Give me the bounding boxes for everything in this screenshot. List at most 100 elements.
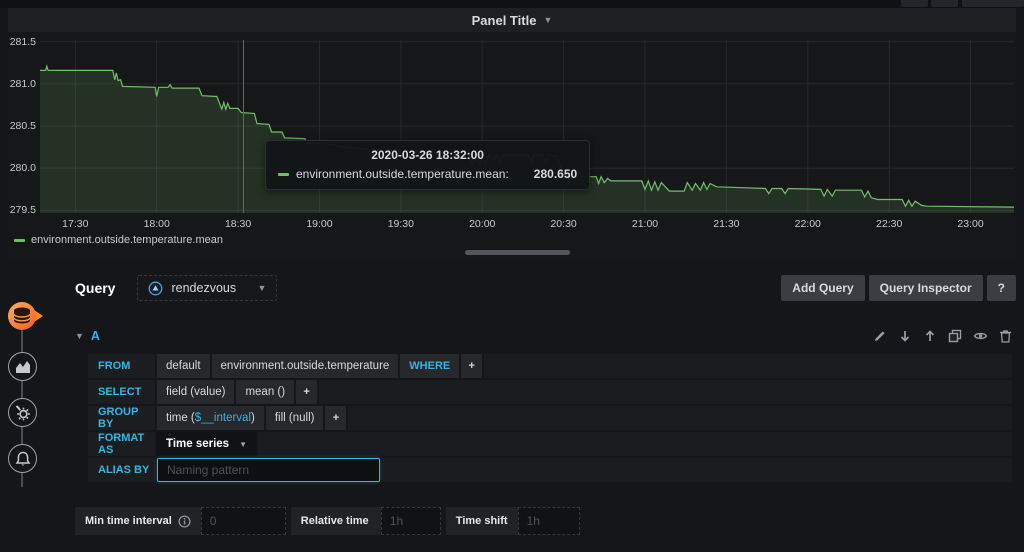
editor-sidebar: [0, 262, 55, 552]
horizontal-scrollbar-thumb[interactable]: [465, 250, 570, 255]
top-toolbar-remnant: [0, 0, 1024, 8]
bar-chart-icon: [15, 361, 30, 373]
duplicate-icon[interactable]: [948, 329, 962, 343]
where-keyword[interactable]: WHERE: [400, 354, 460, 378]
move-down-icon[interactable]: [898, 329, 912, 343]
add-condition-button[interactable]: +: [461, 354, 483, 378]
datasource-select[interactable]: rendezvous ▼: [137, 275, 278, 301]
x-tick-label: 18:00: [143, 218, 170, 230]
gear-wrench-icon: [15, 405, 30, 421]
query-card: Query rendezvous ▼ Add Query Query Inspe…: [55, 262, 1016, 535]
tab-visualization[interactable]: [8, 352, 37, 381]
select-keyword: SELECT: [88, 380, 155, 404]
time-interval-segment[interactable]: time ($__interval): [157, 406, 264, 430]
row-filler: [484, 354, 1012, 378]
tab-general[interactable]: [8, 398, 37, 427]
chevron-down-icon: ▼: [543, 15, 553, 25]
row-filler: [382, 458, 1012, 482]
format-as-row: FORMAT AS Time series ▼: [88, 432, 1012, 456]
query-ref-row: ▼ A: [55, 326, 1016, 346]
x-tick-label: 19:00: [306, 218, 333, 230]
query-options-bar: Min time interval Relative time: [75, 507, 1016, 535]
x-tick-label: 21:30: [713, 218, 740, 230]
x-tick-label: 20:30: [550, 218, 577, 230]
legend-swatch: [14, 238, 25, 242]
add-select-button[interactable]: +: [296, 380, 318, 404]
graph-legend[interactable]: environment.outside.temperature.mean: [14, 234, 223, 246]
fill-segment[interactable]: fill (null): [265, 406, 324, 430]
min-interval-input[interactable]: [200, 507, 286, 535]
y-tick-label: 280.0: [9, 162, 36, 175]
grafana-panel-editor: Panel Title ▼ 281.5 281.0 280.5 280.0 279.5 …: [0, 0, 1024, 552]
query-inspector-button[interactable]: Query Inspector: [868, 275, 983, 301]
x-tick-label: 22:00: [794, 218, 821, 230]
mean-segment[interactable]: mean (): [236, 380, 295, 404]
select-row: SELECT field (value) mean () +: [88, 380, 1012, 404]
tab-alert[interactable]: [8, 444, 37, 473]
time-prefix: time (: [166, 412, 195, 424]
datasource-logo-icon: [149, 281, 163, 295]
chevron-down-icon: ▼: [257, 283, 267, 293]
x-tick-label: 18:30: [224, 218, 252, 230]
min-interval-label: Min time interval: [85, 515, 172, 527]
legend-series-name[interactable]: environment.outside.temperature.mean: [31, 234, 223, 246]
row-filler: [319, 380, 1012, 404]
add-query-button[interactable]: Add Query: [781, 275, 865, 301]
measurement-segment[interactable]: environment.outside.temperature: [211, 354, 399, 378]
x-tick-label: 21:00: [631, 218, 659, 230]
from-row: FROM default environment.outside.tempera…: [88, 354, 1012, 378]
time-suffix: ): [251, 412, 255, 424]
interval-variable: $__interval: [194, 412, 252, 424]
y-tick-label: 281.0: [9, 77, 36, 90]
policy-segment[interactable]: default: [157, 354, 210, 378]
edit-pencil-icon[interactable]: [873, 329, 887, 343]
help-button[interactable]: ?: [986, 275, 1016, 301]
top-toolbar-button-remnant: [901, 0, 928, 7]
x-tick-label: 19:30: [387, 218, 414, 230]
alias-by-input[interactable]: [157, 458, 380, 482]
query-ref-id[interactable]: A: [91, 329, 100, 343]
trash-icon[interactable]: [999, 329, 1012, 343]
top-toolbar-button-remnant: [931, 0, 958, 7]
min-interval-group: Min time interval: [75, 507, 286, 535]
time-shift-group: Time shift: [445, 507, 580, 535]
row-filler: [348, 406, 1012, 430]
time-shift-label: Time shift: [455, 515, 508, 527]
x-tick-label: 17:30: [62, 218, 89, 230]
x-tick-label: 20:00: [469, 218, 496, 230]
row-filler: [258, 432, 1012, 456]
panel-title-bar[interactable]: Panel Title ▼: [8, 8, 1016, 32]
alias-by-row: ALIAS BY: [88, 458, 1012, 482]
collapse-caret-icon[interactable]: ▼: [75, 331, 84, 341]
x-tick-label: 23:00: [957, 218, 984, 230]
query-section-title: Query: [75, 280, 116, 296]
tab-queries[interactable]: [5, 298, 45, 334]
influx-query-rows: FROM default environment.outside.tempera…: [88, 354, 1012, 482]
panel-title: Panel Title: [471, 12, 537, 28]
chevron-down-icon: ▼: [239, 439, 248, 449]
add-group-by-button[interactable]: +: [325, 406, 347, 430]
move-up-icon[interactable]: [923, 329, 937, 343]
info-icon: [178, 514, 191, 528]
panel-editor-bottom: Query rendezvous ▼ Add Query Query Inspe…: [0, 262, 1024, 552]
time-shift-input[interactable]: [517, 507, 580, 535]
series-color-swatch: [278, 172, 289, 176]
relative-time-label: Relative time: [300, 515, 369, 527]
datasource-name: rendezvous: [171, 281, 237, 295]
y-tick-label: 280.5: [9, 120, 36, 133]
tooltip-timestamp: 2020-03-26 18:32:00: [371, 148, 484, 162]
from-keyword: FROM: [88, 354, 155, 378]
query-header: Query rendezvous ▼ Add Query Query Inspe…: [55, 274, 1016, 302]
format-as-value: Time series: [166, 438, 230, 450]
tooltip-value: 280.650: [533, 167, 578, 181]
time-series-graph[interactable]: 281.5 281.0 280.5 280.0 279.5 17:30 18:00 18:3…: [8, 32, 1016, 260]
eye-icon[interactable]: [973, 329, 988, 343]
bell-icon: [15, 451, 30, 466]
top-toolbar-button-remnant: [962, 0, 1024, 7]
field-segment[interactable]: field (value): [157, 380, 235, 404]
x-tick-label: 22:30: [876, 218, 903, 230]
format-as-keyword: FORMAT AS: [88, 432, 155, 456]
format-as-select[interactable]: Time series ▼: [157, 432, 257, 456]
relative-time-input[interactable]: [380, 507, 441, 535]
tooltip-series-name: environment.outside.temperature.mean:: [296, 167, 509, 181]
